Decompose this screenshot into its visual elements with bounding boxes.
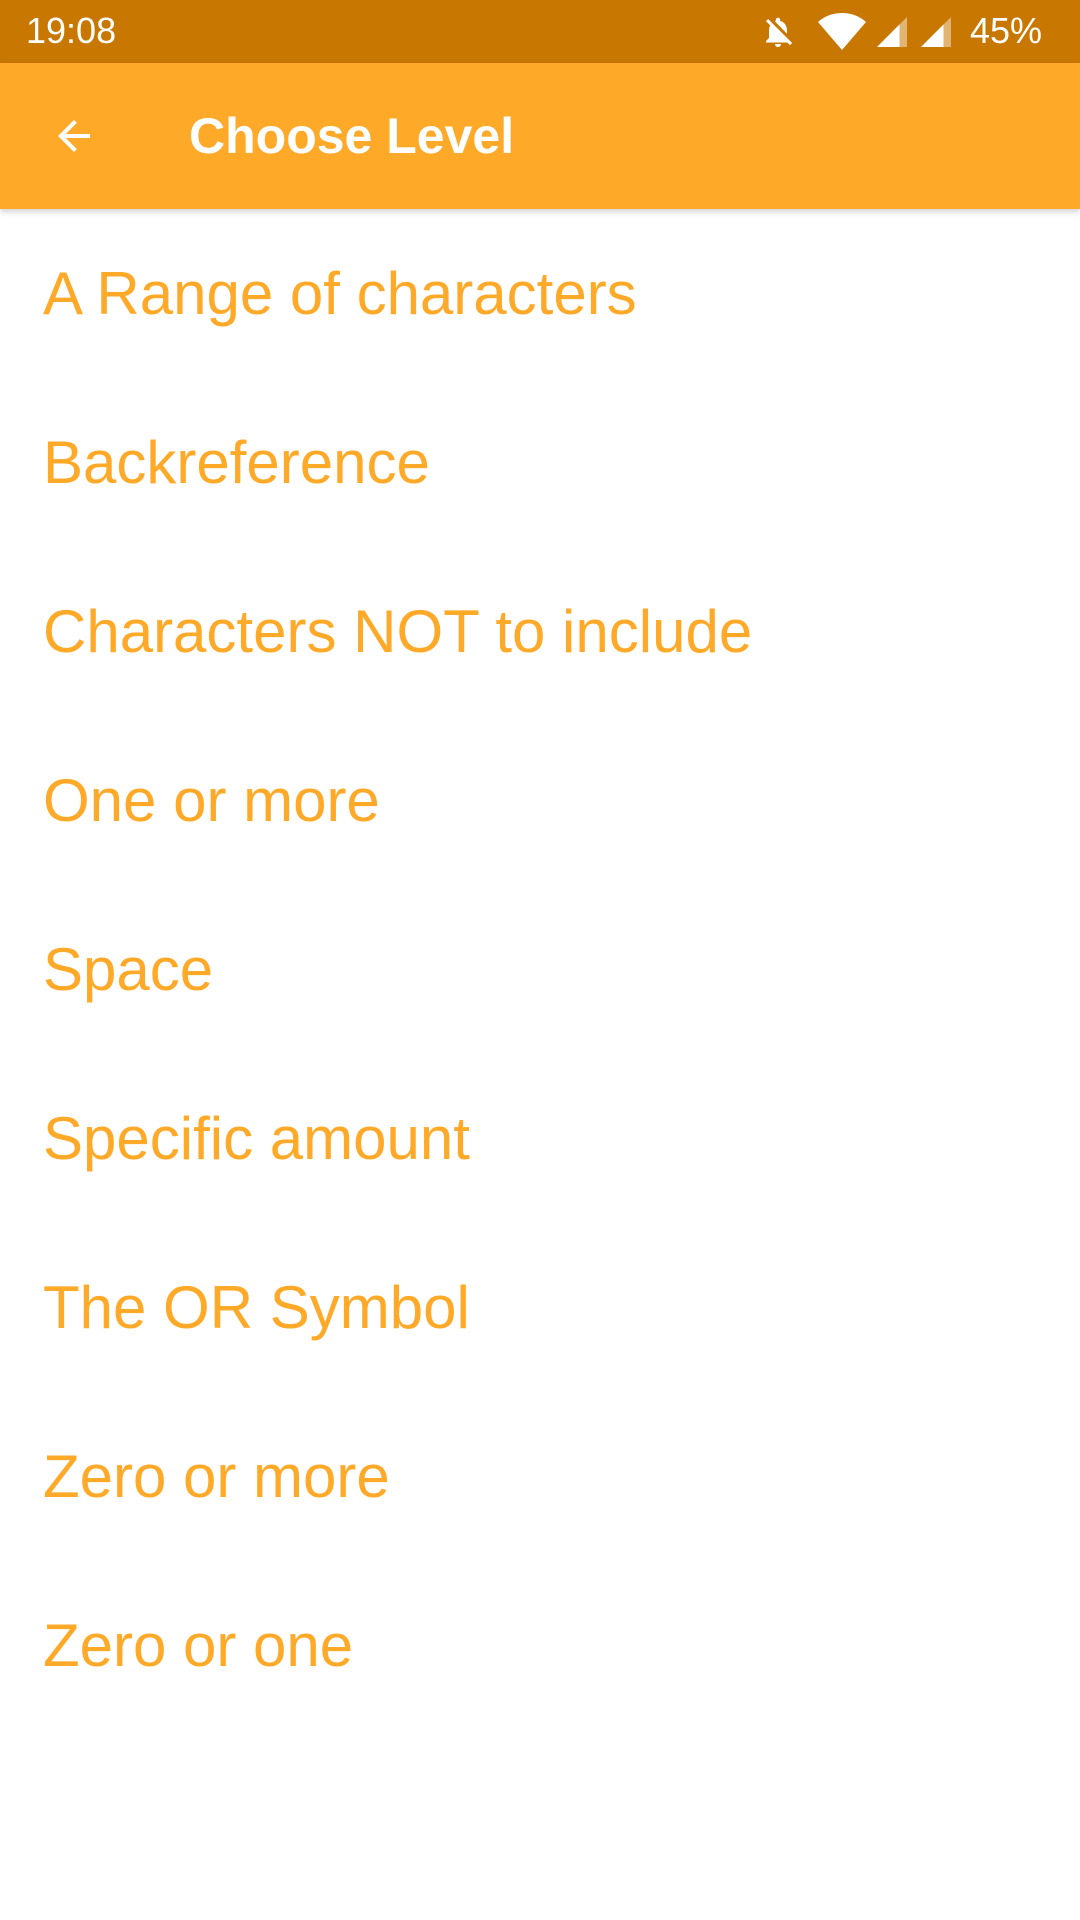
level-label: The OR Symbol bbox=[43, 1273, 470, 1341]
status-bar: 19:08 45% bbox=[0, 0, 1080, 63]
level-label: A Range of characters bbox=[43, 259, 637, 327]
level-label: Backreference bbox=[43, 428, 430, 496]
signal-icon bbox=[921, 17, 951, 47]
signal-icon bbox=[877, 17, 907, 47]
bell-off-icon bbox=[766, 17, 793, 47]
list-item[interactable]: Zero or one bbox=[0, 1561, 1080, 1730]
page-title: Choose Level bbox=[189, 108, 515, 164]
status-time: 19:08 bbox=[26, 10, 117, 51]
list-item[interactable]: The OR Symbol bbox=[0, 1223, 1080, 1392]
level-label: Characters NOT to include bbox=[43, 597, 753, 665]
level-label: Zero or one bbox=[43, 1611, 354, 1679]
level-label: Zero or more bbox=[43, 1442, 390, 1510]
level-list: A Range of characters Backreference Char… bbox=[0, 209, 1080, 1730]
app-bar: Choose Level bbox=[0, 63, 1080, 209]
wifi-icon bbox=[818, 13, 866, 50]
list-item[interactable]: Characters NOT to include bbox=[0, 547, 1080, 716]
list-item[interactable]: Specific amount bbox=[0, 1054, 1080, 1223]
level-label: Space bbox=[43, 935, 214, 1003]
list-item[interactable]: Zero or more bbox=[0, 1392, 1080, 1561]
level-label: Specific amount bbox=[43, 1104, 470, 1172]
list-item[interactable]: Backreference bbox=[0, 378, 1080, 547]
list-item[interactable]: Space bbox=[0, 885, 1080, 1054]
back-button[interactable] bbox=[34, 96, 114, 176]
battery-percentage: 45% bbox=[969, 10, 1042, 51]
list-item[interactable]: A Range of characters bbox=[0, 209, 1080, 378]
list-item[interactable]: One or more bbox=[0, 716, 1080, 885]
level-label: One or more bbox=[43, 766, 380, 834]
arrow-left-icon bbox=[58, 120, 90, 152]
